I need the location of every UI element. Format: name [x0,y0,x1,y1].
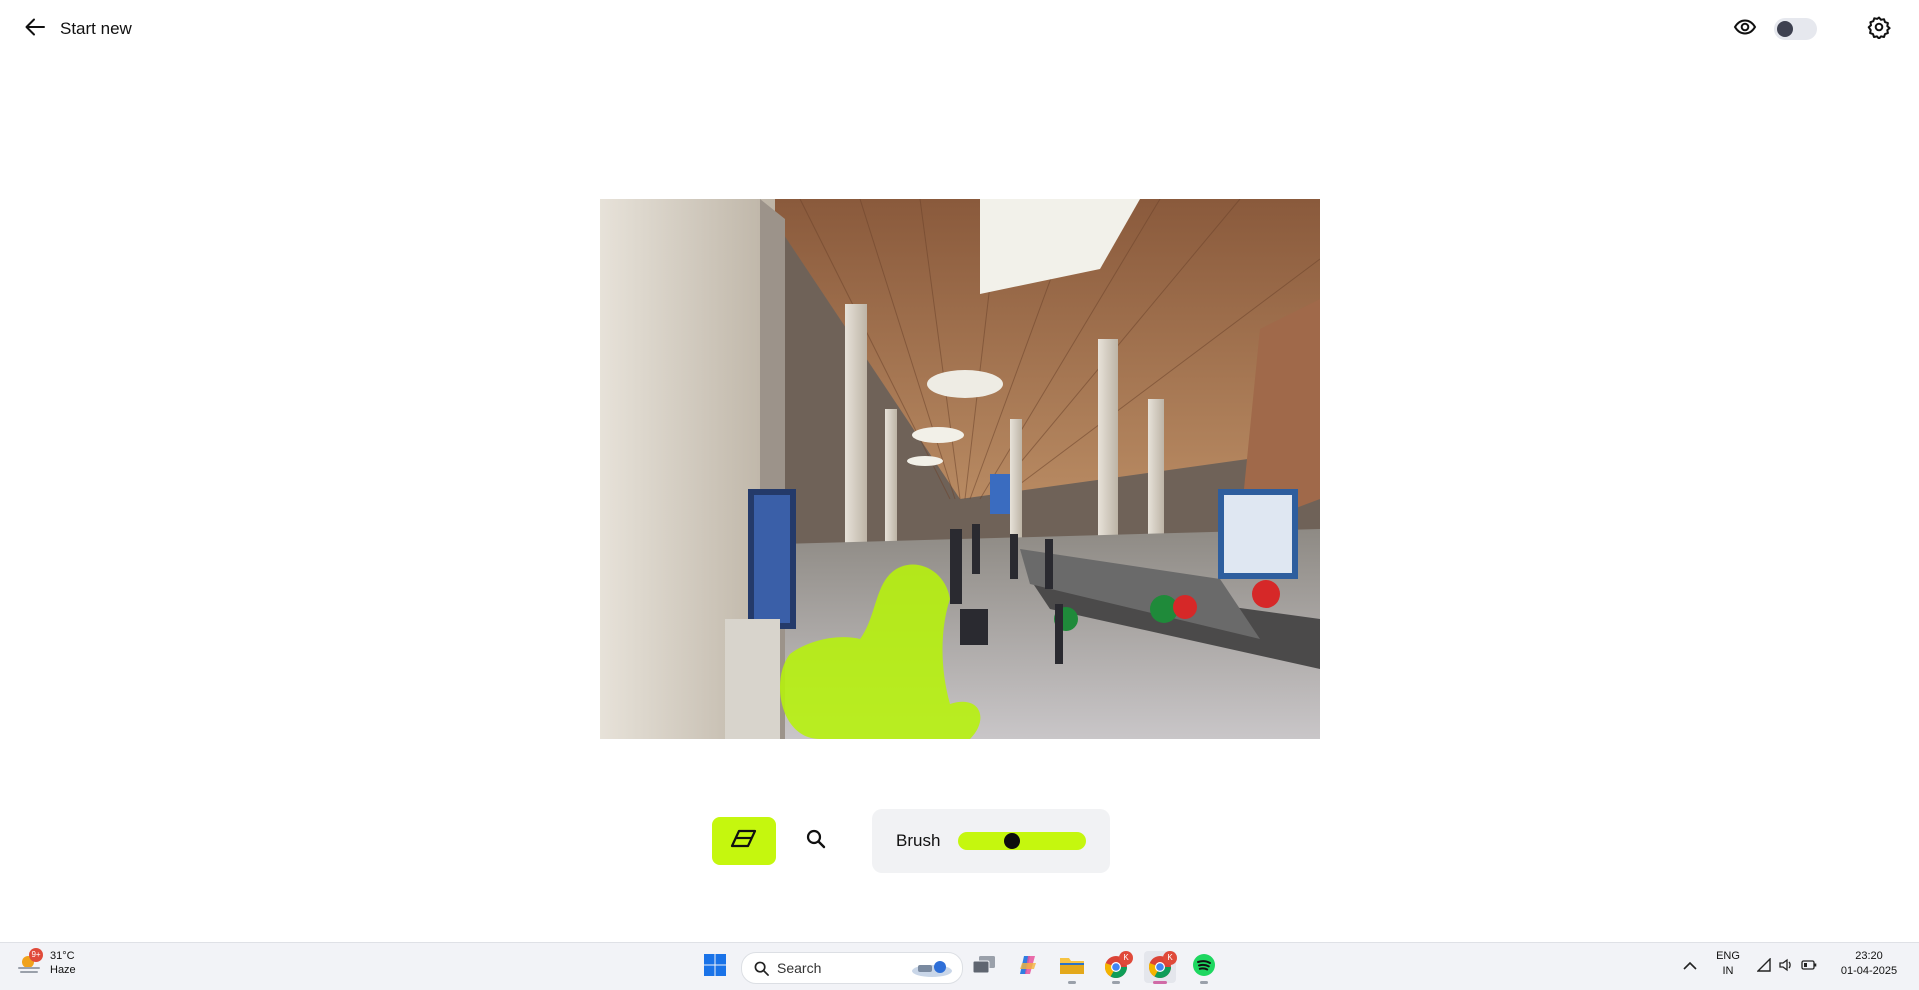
volume-icon [1779,958,1793,977]
brush-label: Brush [896,831,941,850]
profile-badge: K [1163,951,1177,965]
profile-badge: K [1119,951,1133,965]
start-new-label: Start new [60,19,132,38]
brush-size-slider[interactable] [958,832,1086,850]
file-explorer-button[interactable] [1056,951,1088,984]
zoom-tool-button[interactable] [796,817,836,865]
lang-top: ENG [1716,950,1740,962]
slider-track [958,832,1086,850]
chrome-icon: K [1148,951,1177,979]
network-icon [1756,956,1771,977]
task-view-button[interactable] [968,951,1000,983]
chrome-icon: K [1104,951,1133,979]
windows-logo-icon [703,953,727,982]
start-button[interactable] [699,951,731,983]
magnifier-icon [806,829,826,854]
chevron-up-icon [1683,958,1697,976]
running-indicator [1112,981,1120,984]
taskbar-search[interactable]: Search [741,952,963,984]
eraser-tool-button[interactable] [712,817,776,865]
spotify-icon [1192,953,1216,982]
copilot-button[interactable] [1012,951,1044,983]
eraser-icon [730,828,758,855]
start-new-button[interactable]: Start new [24,14,132,44]
running-indicator [1200,981,1208,984]
running-indicator [1068,981,1076,984]
show-hidden-icons-button[interactable] [1674,951,1706,983]
clock-time: 23:20 [1855,950,1883,962]
weather-desc: Haze [50,964,76,976]
copilot-icon [1016,953,1040,982]
eye-icon [1733,15,1757,44]
folder-icon [1059,954,1085,981]
top-bar: Start new [0,0,1919,58]
lang-bottom: IN [1722,965,1734,977]
language-indicator[interactable]: ENG IN [1712,949,1744,979]
search-icon [754,961,769,976]
search-label: Search [777,960,822,976]
task-view-icon [972,954,996,981]
weather-temp: 31°C [50,950,75,962]
brush-panel: Brush [872,809,1110,873]
active-indicator [1153,981,1167,984]
toggle-knob [1777,21,1793,37]
chrome-active-button[interactable]: K [1144,951,1177,984]
weather-badge: 9+ [29,948,43,962]
preview-toggle[interactable] [1774,18,1817,40]
preview-eye-button[interactable] [1730,14,1760,44]
image-canvas[interactable] [600,199,1320,739]
haze-icon: 9+ [16,948,43,976]
arrow-left-icon [24,16,46,43]
battery-icon [1801,958,1817,976]
weather-widget[interactable]: 9+ 31°C Haze [16,948,76,977]
airport-photo [600,199,1320,739]
spotify-button[interactable] [1188,951,1220,984]
taskbar: 9+ 31°C Haze Search K K ENG IN 23:20 01-… [0,942,1919,990]
slider-thumb[interactable] [1003,833,1020,849]
chrome-profile-k-button[interactable]: K [1100,951,1133,984]
gear-icon [1867,15,1891,44]
quick-settings-button[interactable] [1752,951,1822,983]
search-highlight-icon [910,957,954,979]
clock[interactable]: 23:20 01-04-2025 [1834,949,1904,979]
settings-button[interactable] [1864,14,1894,44]
clock-date: 01-04-2025 [1840,965,1898,977]
